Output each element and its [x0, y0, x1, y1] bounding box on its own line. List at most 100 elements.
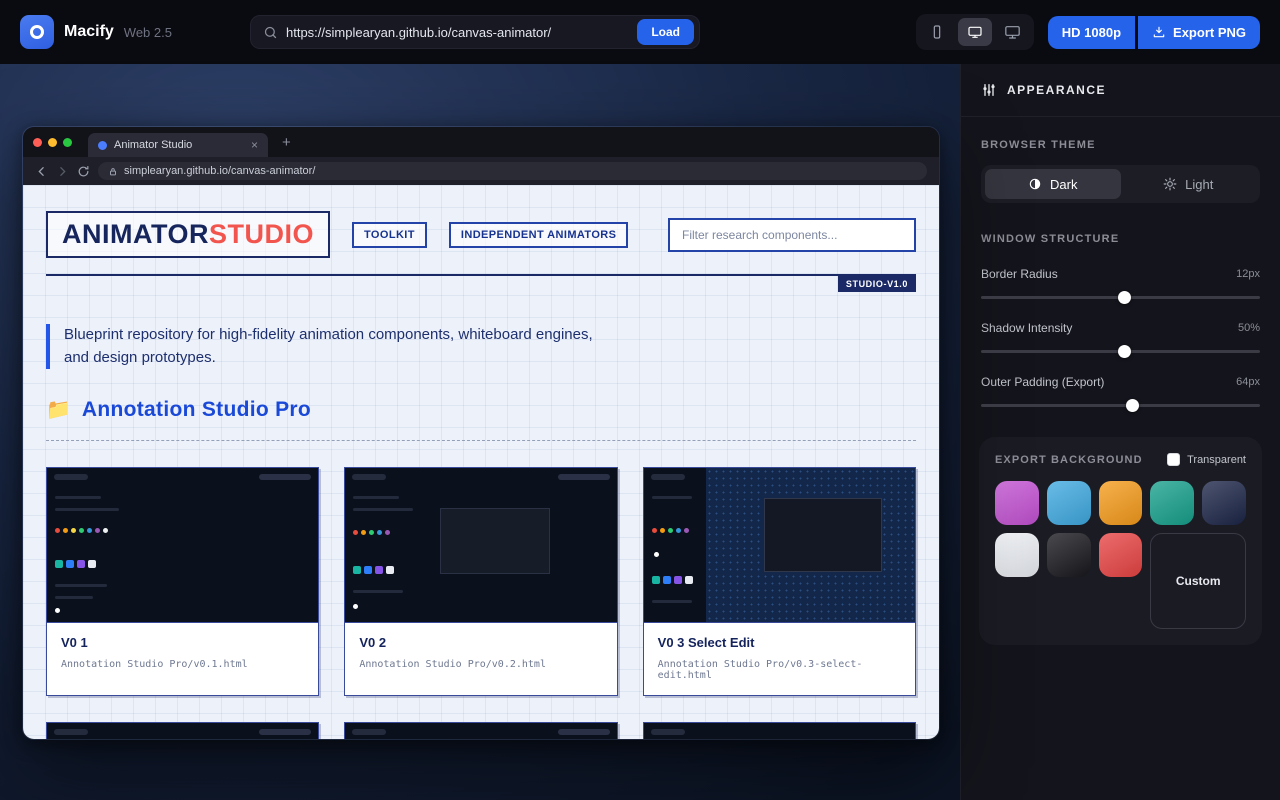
app-toolbar: Macify Web 2.5 Load HD 1080p Export PNG — [0, 0, 1280, 64]
card-thumbnail — [643, 468, 915, 623]
card-title: V0 1 — [61, 635, 88, 650]
mock-browser-window: Animator Studio × + simplearyan.github.i… — [22, 126, 940, 740]
swatch-purple[interactable] — [995, 481, 1039, 525]
device-selector — [915, 14, 1034, 50]
card-title: V0 3 Select Edit — [657, 635, 755, 650]
phone-device-button[interactable] — [920, 18, 954, 46]
card-grid: V0 1 Annotation Studio Pro/v0.1.html V0 … — [46, 467, 916, 696]
mock-address-bar: simplearyan.github.io/canvas-animator/ — [98, 162, 927, 180]
export-background-label: EXPORT BACKGROUND — [995, 453, 1143, 466]
address-text: simplearyan.github.io/canvas-animator/ — [124, 165, 316, 177]
filter-input[interactable] — [668, 217, 916, 252]
border-radius-value: 12px — [1236, 268, 1260, 280]
custom-color-button[interactable]: Custom — [1150, 533, 1246, 629]
display-icon — [1005, 26, 1021, 39]
card-partial[interactable] — [642, 722, 916, 739]
search-icon — [264, 26, 277, 38]
swatch-orange[interactable] — [1098, 481, 1143, 525]
transparent-checkbox[interactable] — [1167, 453, 1181, 466]
independent-animators-chip: INDEPENDENT ANIMATORS — [448, 221, 629, 248]
tab-title: Animator Studio — [114, 139, 193, 151]
swatch-navy[interactable] — [1202, 481, 1246, 525]
toolkit-chip: TOOLKIT — [352, 221, 427, 248]
brand: Macify Web 2.5 — [20, 15, 172, 49]
moon-icon — [1029, 178, 1041, 190]
section-title: Annotation Studio Pro — [81, 397, 312, 421]
outer-padding-label: Outer Padding (Export) — [981, 375, 1105, 389]
card-path: Annotation Studio Pro/v0.3-select-edit.h… — [657, 659, 863, 681]
export-png-label: Export PNG — [1173, 24, 1246, 40]
shadow-intensity-slider[interactable] — [981, 345, 1260, 358]
monitor-icon — [968, 26, 982, 38]
studio-version-badge: STUDIO-V1.0 — [837, 276, 916, 292]
browser-theme-label: BROWSER THEME — [981, 139, 1096, 151]
card-v0-2[interactable]: V0 2 Annotation Studio Pro/v0.2.html — [344, 467, 618, 696]
site-logo: ANIMATORSTUDIO — [46, 211, 331, 258]
url-input[interactable] — [285, 24, 630, 40]
appearance-sidebar: APPEARANCE BROWSER THEME Dark Light WIND… — [960, 64, 1280, 800]
swatch-red[interactable] — [1098, 533, 1143, 577]
card-partial[interactable] — [46, 722, 320, 739]
folder-icon: 📁 — [46, 399, 71, 421]
swatch-teal[interactable] — [1150, 481, 1195, 525]
card-title: V0 2 — [359, 635, 387, 650]
export-background-panel: EXPORT BACKGROUND Transparent Custom — [979, 437, 1262, 645]
shadow-intensity-control: Shadow Intensity 50% — [981, 321, 1260, 358]
forward-icon — [56, 165, 69, 178]
transparent-option[interactable]: Transparent — [1167, 453, 1246, 466]
card-thumbnail — [47, 468, 319, 623]
swatch-black[interactable] — [1046, 533, 1091, 577]
outer-padding-control: Outer Padding (Export) 64px — [981, 375, 1260, 412]
site-description: Blueprint repository for high-fidelity a… — [46, 324, 606, 369]
lock-icon — [110, 167, 116, 175]
window-structure-label: WINDOW STRUCTURE — [981, 233, 1120, 245]
card-thumbnail — [345, 468, 617, 623]
browser-tab: Animator Studio × — [88, 133, 268, 157]
section-divider — [46, 440, 916, 441]
swatch-blue[interactable] — [1046, 481, 1091, 525]
export-png-button[interactable]: Export PNG — [1138, 15, 1260, 49]
url-bar[interactable]: Load — [249, 15, 700, 49]
presentation-device-button[interactable] — [996, 18, 1030, 46]
tab-favicon — [98, 140, 107, 150]
site-logo-primary: ANIMATOR — [62, 219, 209, 249]
hd-1080p-button[interactable]: HD 1080p — [1047, 15, 1136, 49]
app-name: Macify — [64, 23, 114, 40]
outer-padding-value: 64px — [1236, 376, 1260, 388]
phone-icon — [933, 25, 941, 39]
sun-icon — [1163, 177, 1177, 191]
card-path: Annotation Studio Pro/v0.2.html — [359, 659, 546, 670]
theme-dark-button[interactable]: Dark — [985, 169, 1121, 199]
background-swatches: Custom — [995, 481, 1246, 629]
preview-canvas: Animator Studio × + simplearyan.github.i… — [0, 64, 960, 800]
site-logo-secondary: STUDIO — [209, 219, 315, 249]
close-traffic-light — [33, 137, 42, 147]
theme-dark-label: Dark — [1050, 176, 1078, 192]
swatch-white[interactable] — [995, 533, 1039, 577]
card-v0-3-select-edit[interactable]: V0 3 Select Edit Annotation Studio Pro/v… — [642, 467, 916, 696]
card-v0-1[interactable]: V0 1 Annotation Studio Pro/v0.1.html — [46, 467, 320, 696]
macify-logo-icon — [20, 15, 54, 49]
traffic-lights — [33, 137, 72, 147]
border-radius-label: Border Radius — [981, 267, 1058, 281]
load-button[interactable]: Load — [637, 19, 694, 45]
sliders-icon — [983, 84, 995, 96]
card-partial[interactable] — [344, 722, 618, 739]
shadow-intensity-label: Shadow Intensity — [981, 321, 1073, 335]
site-page: ANIMATORSTUDIO TOOLKIT INDEPENDENT ANIMA… — [23, 185, 939, 739]
mock-tab-bar: Animator Studio × + — [23, 127, 939, 157]
download-icon — [1153, 26, 1165, 38]
outer-padding-slider[interactable] — [981, 399, 1260, 412]
tab-close-icon: × — [250, 138, 258, 152]
border-radius-slider[interactable] — [981, 291, 1260, 304]
sidebar-title: APPEARANCE — [1007, 83, 1107, 97]
border-radius-control: Border Radius 12px — [981, 267, 1260, 304]
reload-icon — [77, 165, 90, 178]
zoom-traffic-light — [63, 137, 72, 147]
mock-nav-bar: simplearyan.github.io/canvas-animator/ — [23, 157, 939, 185]
new-tab-icon: + — [282, 133, 291, 151]
desktop-device-button[interactable] — [957, 18, 992, 46]
theme-light-button[interactable]: Light — [1121, 169, 1257, 199]
app-version: Web 2.5 — [123, 24, 172, 40]
card-path: Annotation Studio Pro/v0.1.html — [61, 659, 248, 670]
